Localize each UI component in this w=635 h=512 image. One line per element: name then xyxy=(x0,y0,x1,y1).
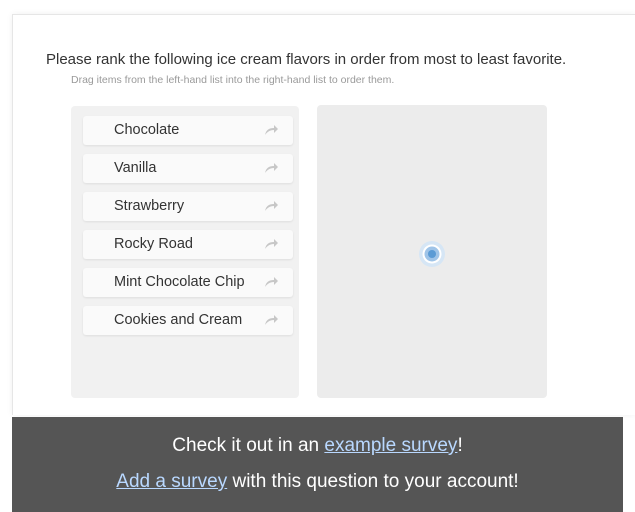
arrow-right-icon xyxy=(265,239,278,249)
banner-text: ! xyxy=(457,435,463,456)
rank-item-label: Rocky Road xyxy=(114,236,193,252)
rank-item-rocky-road[interactable]: Rocky Road xyxy=(83,230,293,259)
rank-item-label: Strawberry xyxy=(114,198,185,214)
rank-item-label: Cookies and Cream xyxy=(114,312,243,328)
question-title: Please rank the following ice cream flav… xyxy=(46,51,567,68)
banner-line-example: Check it out in an example survey! xyxy=(12,435,623,457)
arrow-right-icon xyxy=(265,125,278,135)
cursor-target-icon xyxy=(419,241,445,267)
arrow-right-icon xyxy=(265,201,278,211)
promo-banner: Check it out in an example survey! Add a… xyxy=(12,417,623,512)
rank-item-label: Vanilla xyxy=(114,160,157,176)
example-survey-link[interactable]: example survey xyxy=(324,435,457,456)
source-list: Chocolate Vanilla Strawberry Rocky Road … xyxy=(71,106,299,398)
arrow-right-icon xyxy=(265,315,278,325)
arrow-right-icon xyxy=(265,277,278,287)
add-survey-link[interactable]: Add a survey xyxy=(116,471,227,492)
question-instructions: Drag items from the left-hand list into … xyxy=(71,74,395,86)
rank-item-vanilla[interactable]: Vanilla xyxy=(83,154,293,183)
rank-item-strawberry[interactable]: Strawberry xyxy=(83,192,293,221)
arrow-right-icon xyxy=(265,163,278,173)
rank-item-label: Mint Chocolate Chip xyxy=(114,274,245,290)
rank-item-label: Chocolate xyxy=(114,122,180,138)
rank-item-chocolate[interactable]: Chocolate xyxy=(83,116,293,145)
banner-line-add: Add a survey with this question to your … xyxy=(12,471,623,493)
rank-item-cookies-and-cream[interactable]: Cookies and Cream xyxy=(83,306,293,335)
banner-text: Check it out in an xyxy=(172,435,325,456)
rank-item-mint-chocolate-chip[interactable]: Mint Chocolate Chip xyxy=(83,268,293,297)
banner-text: with this question to your account! xyxy=(227,471,519,492)
